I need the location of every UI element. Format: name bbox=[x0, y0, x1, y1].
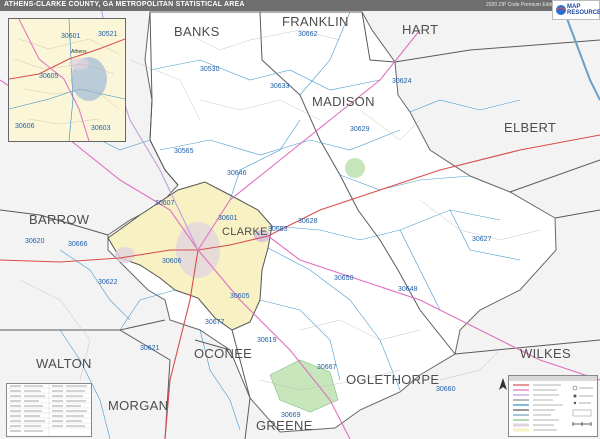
zip-index-table bbox=[6, 383, 92, 437]
county-label-madison: MADISON bbox=[312, 94, 375, 109]
zip-label: 30601 bbox=[218, 215, 238, 222]
county-label-greene: GREENE bbox=[256, 418, 313, 433]
inset-zip-label: 30601 bbox=[61, 33, 81, 40]
zip-label: 30565 bbox=[174, 148, 194, 155]
title-bar: ATHENS-CLARKE COUNTY, GA METROPOLITAN ST… bbox=[0, 0, 600, 11]
county-label-oconee: OCONEE bbox=[194, 346, 253, 361]
zip-label: 30619 bbox=[257, 337, 277, 344]
zip-label: 30620 bbox=[25, 238, 45, 245]
zip-label: 30667 bbox=[317, 364, 337, 371]
publisher-name: MAP RESOURCES bbox=[567, 4, 600, 16]
county-label-clarke: CLARKE bbox=[222, 226, 268, 238]
county-label-oglethorpe: OGLETHORPE bbox=[346, 372, 440, 387]
zip-label: 30648 bbox=[398, 286, 418, 293]
inset-zip-label: 30603 bbox=[91, 125, 111, 132]
zip-label: 30677 bbox=[205, 319, 225, 326]
zip-label: 30666 bbox=[68, 241, 88, 248]
county-label-banks: BANKS bbox=[174, 24, 220, 39]
zip-label: 30606 bbox=[162, 258, 182, 265]
zip-label: 30622 bbox=[98, 279, 118, 286]
county-label-walton: WALTON bbox=[36, 356, 92, 371]
globe-icon bbox=[556, 5, 566, 15]
zip-label: 30521 bbox=[98, 31, 118, 38]
zip-label: 30669 bbox=[281, 412, 301, 419]
zip-label: 30621 bbox=[140, 345, 160, 352]
county-label-franklin: FRANKLIN bbox=[282, 14, 349, 29]
zip-label: 30530 bbox=[200, 66, 220, 73]
zip-label: 30662 bbox=[298, 31, 318, 38]
inset-zip-label: 30606 bbox=[15, 123, 35, 130]
map-title: ATHENS-CLARKE COUNTY, GA METROPOLITAN ST… bbox=[4, 1, 245, 8]
county-label-wilkes: WILKES bbox=[520, 346, 571, 361]
map-canvas: 30601 Athens 30605 30606 30603 ATHENS-CL… bbox=[0, 0, 600, 439]
county-label-morgan: MORGAN bbox=[108, 398, 169, 413]
edition-label: 2020 ZIP Code Premium Edition bbox=[486, 2, 558, 8]
zip-label: 30660 bbox=[436, 386, 456, 393]
inset-zip-label: 30605 bbox=[39, 73, 59, 80]
zip-label: 30633 bbox=[270, 83, 290, 90]
zip-label: 30607 bbox=[155, 200, 175, 207]
index-table-grid bbox=[7, 384, 91, 436]
map-legend bbox=[508, 375, 598, 437]
zip-label: 30650 bbox=[334, 275, 354, 282]
urban-area bbox=[345, 158, 365, 178]
publisher-logo: MAP RESOURCES bbox=[552, 0, 600, 20]
zip-label: 30683 bbox=[268, 226, 288, 233]
zip-label: 30605 bbox=[230, 293, 250, 300]
inset-city-label: Athens bbox=[71, 49, 87, 55]
compass-north-icon bbox=[499, 378, 507, 390]
county-label-hart: HART bbox=[402, 22, 439, 37]
zip-label: 30629 bbox=[350, 126, 370, 133]
zip-label: 30627 bbox=[472, 236, 492, 243]
legend-graphic bbox=[509, 376, 597, 432]
zip-label: 30628 bbox=[298, 218, 318, 225]
county-label-elbert: ELBERT bbox=[504, 120, 557, 135]
zip-label: 30624 bbox=[392, 78, 412, 85]
urban-area bbox=[115, 247, 135, 263]
county-label-barrow: BARROW bbox=[29, 212, 90, 227]
zip-label: 30646 bbox=[227, 170, 247, 177]
